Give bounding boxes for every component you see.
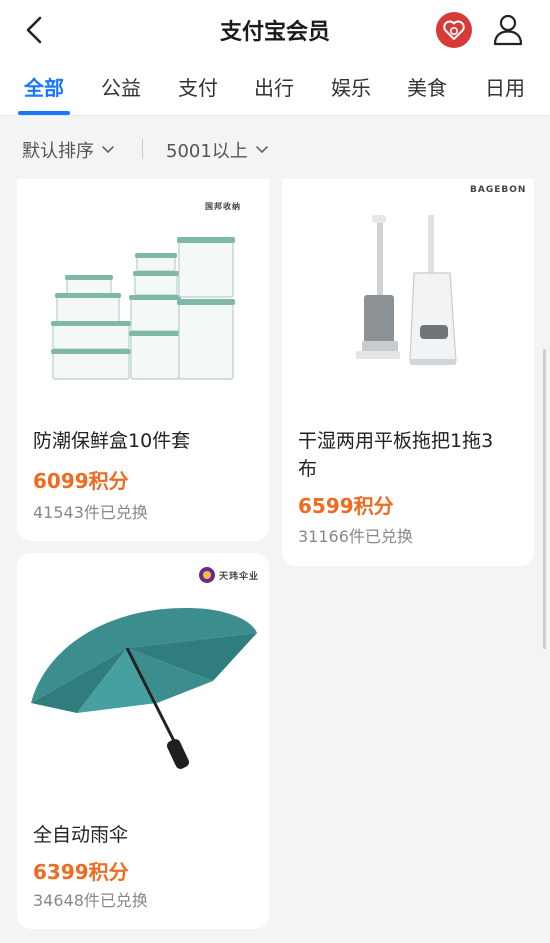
tab-entertainment[interactable]: 娱乐 — [331, 72, 371, 108]
category-tabs: 全部 公益 支付 出行 娱乐 美食 日用 — [0, 60, 550, 116]
chevron-down-icon — [102, 146, 114, 154]
top-bar: 支付宝会员 — [0, 0, 550, 60]
product-card[interactable]: BAGEBON 干湿两用平板拖把1拖3 布 6599积分 31166件已兑换 — [282, 179, 534, 566]
chevron-down-icon — [256, 146, 268, 154]
product-sold-count: 34648件已兑换 — [33, 891, 148, 910]
tab-charity[interactable]: 公益 — [101, 72, 141, 108]
brand-logo: 国邦收纳 — [205, 202, 241, 211]
product-image — [17, 553, 269, 793]
tab-travel[interactable]: 出行 — [254, 72, 294, 108]
product-grid: 国邦收纳 防潮保鲜盒10件套 6099积分 41543件已兑换 BAGEBON … — [0, 179, 550, 943]
product-name: 干湿两用平板拖把1拖3 布 — [298, 430, 494, 480]
points-filter-label: 5001以上 — [166, 141, 248, 162]
points-filter-dropdown[interactable]: 5001以上 — [166, 137, 270, 163]
filter-divider — [142, 139, 143, 159]
product-image — [17, 179, 269, 405]
brand-logo: 天玮伞业 — [219, 572, 260, 582]
tab-daily[interactable]: 日用 — [485, 72, 525, 108]
sort-label: 默认排序 — [22, 141, 94, 162]
product-name: 防潮保鲜盒10件套 — [33, 430, 191, 452]
sort-dropdown[interactable]: 默认排序 — [22, 137, 116, 163]
scrollbar[interactable] — [543, 349, 546, 649]
product-sold-count: 41543件已兑换 — [33, 503, 148, 522]
product-card[interactable]: 天玮伞业 全自动雨伞 6399积分 34648件已兑换 — [17, 553, 269, 929]
product-card[interactable]: 国邦收纳 防潮保鲜盒10件套 6099积分 41543件已兑换 — [17, 179, 269, 541]
favorites-button[interactable] — [436, 12, 472, 48]
product-price: 6399积分 — [33, 860, 129, 884]
product-price: 6099积分 — [33, 469, 129, 493]
product-sold-count: 31166件已兑换 — [298, 527, 413, 546]
heart-icon — [443, 20, 465, 40]
product-name: 全自动雨伞 — [33, 824, 129, 846]
active-tab-indicator — [18, 111, 70, 115]
brand-logo: BAGEBON — [470, 185, 527, 195]
filter-bar: 默认排序 5001以上 — [0, 117, 550, 179]
product-price: 6599积分 — [298, 494, 394, 518]
product-image — [282, 179, 534, 405]
user-icon — [493, 14, 523, 46]
tab-food[interactable]: 美食 — [407, 72, 447, 108]
tab-payment[interactable]: 支付 — [178, 72, 218, 108]
user-profile-button[interactable] — [490, 11, 526, 47]
tab-all[interactable]: 全部 — [24, 72, 64, 108]
